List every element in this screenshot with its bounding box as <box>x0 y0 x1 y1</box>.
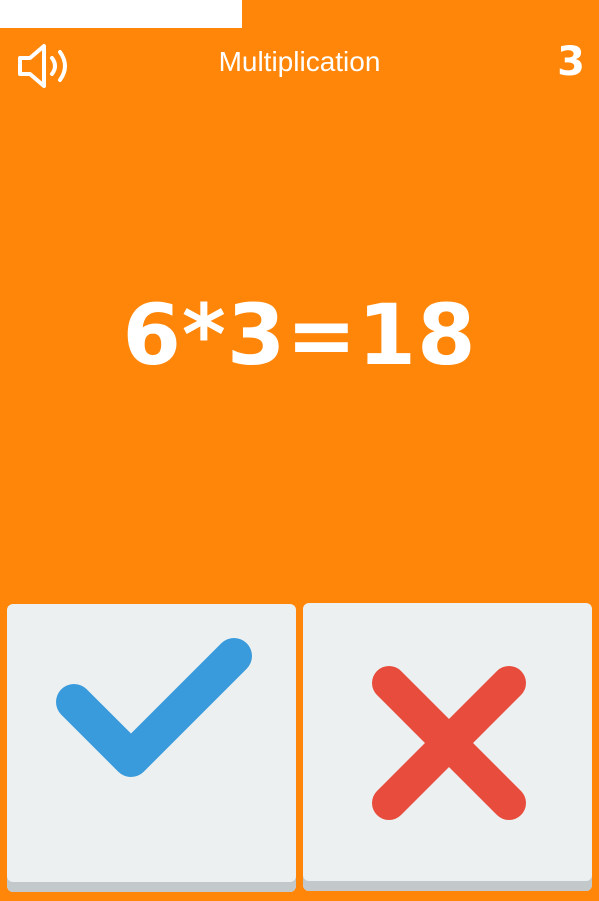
game-mode-title: Multiplication <box>218 46 381 77</box>
cross-x-icon <box>372 666 526 820</box>
equation-display: 6*3=18 <box>122 286 477 384</box>
game-screen: Multiplication 3 6*3=18 <box>0 0 599 901</box>
check-mark-icon <box>56 638 252 777</box>
wrong-answer-button[interactable] <box>303 603 592 891</box>
correct-answer-button[interactable] <box>7 604 296 892</box>
score-counter: 3 <box>557 39 585 85</box>
top-white-strip <box>0 0 242 28</box>
